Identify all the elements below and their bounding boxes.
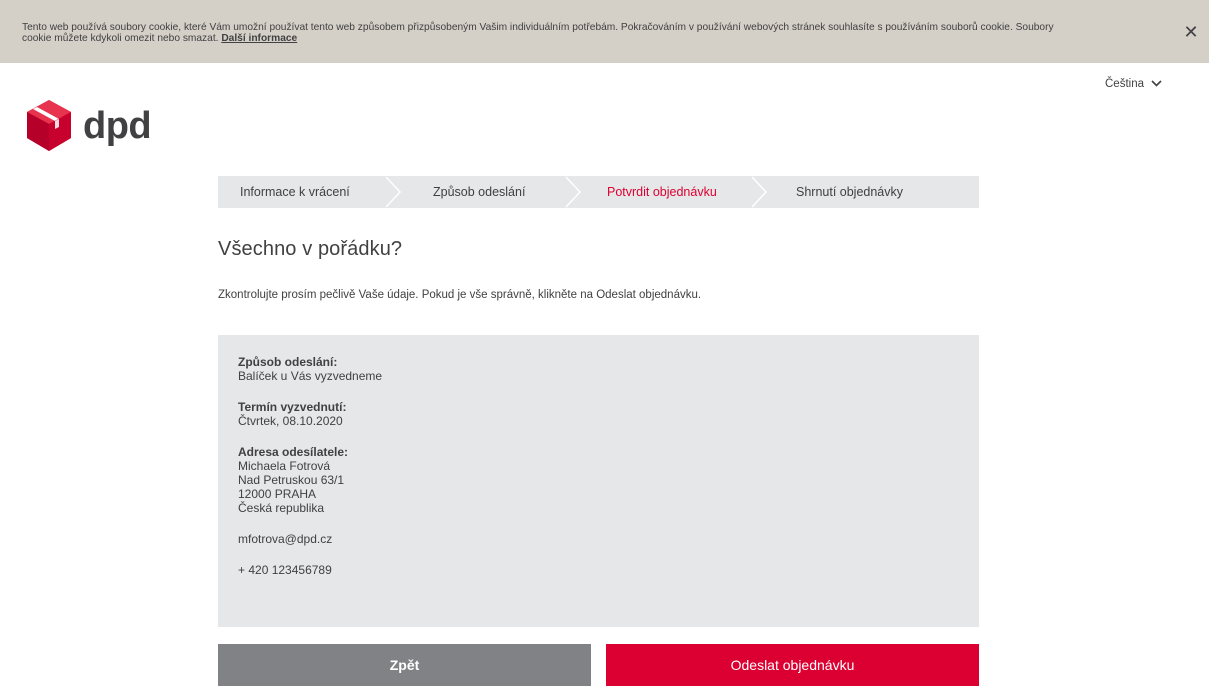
page-title: Všechno v pořádku? — [218, 238, 403, 260]
step-shipping-method: Způsob odeslání — [433, 185, 526, 199]
cookie-more-info-link[interactable]: Další informace — [221, 33, 297, 44]
sender-address-block: Adresa odesílatele: Michaela Fotrová Nad… — [238, 445, 979, 515]
sender-city: 12000 PRAHA — [238, 487, 317, 501]
sender-email-block: mfotrova@dpd.cz — [238, 532, 979, 546]
sender-email: mfotrova@dpd.cz — [238, 532, 333, 546]
step-return-info: Informace k vrácení — [240, 185, 350, 199]
chevron-right-icon — [384, 176, 402, 211]
close-icon[interactable]: ✕ — [1183, 23, 1199, 41]
sender-name: Michaela Fotrová — [238, 459, 331, 473]
pickup-date-label: Termín vyzvednutí: — [238, 400, 347, 414]
cookie-banner: Tento web používá soubory cookie, které … — [0, 0, 1209, 63]
cookie-text: Tento web používá soubory cookie, které … — [22, 22, 1054, 44]
order-summary-panel: Způsob odeslání: Balíček u Vás vyzvednem… — [218, 335, 979, 627]
dpd-cube-logo-icon — [24, 98, 74, 154]
sender-address-label: Adresa odesílatele: — [238, 445, 349, 459]
shipping-method-label: Způsob odeslání: — [238, 355, 338, 369]
dpd-wordmark: dpd — [83, 105, 152, 147]
language-label: Čeština — [1105, 78, 1144, 90]
sender-phone-block: + 420 123456789 — [238, 563, 979, 577]
language-selector[interactable]: Čeština — [1105, 78, 1162, 90]
intro-text: Zkontrolujte prosím pečlivě Vaše údaje. … — [218, 289, 702, 301]
chevron-down-icon — [1151, 78, 1162, 90]
send-order-button[interactable]: Odeslat objednávku — [606, 644, 979, 686]
shipping-method-value: Balíček u Vás vyzvedneme — [238, 369, 383, 383]
progress-steps: Informace k vrácení Způsob odeslání Potv… — [218, 176, 979, 208]
pickup-date-block: Termín vyzvednutí: Čtvrtek, 08.10.2020 — [238, 400, 979, 428]
sender-phone: + 420 123456789 — [238, 563, 332, 577]
shipping-method-block: Způsob odeslání: Balíček u Vás vyzvednem… — [238, 355, 979, 383]
dpd-logo[interactable]: dpd — [24, 98, 152, 154]
step-confirm-order: Potvrdit objednávku — [607, 185, 717, 199]
step-order-summary: Shrnutí objednávky — [796, 185, 904, 199]
pickup-date-value: Čtvrtek, 08.10.2020 — [238, 414, 343, 428]
sender-street: Nad Petruskou 63/1 — [238, 473, 345, 487]
chevron-right-icon — [564, 176, 582, 211]
back-button[interactable]: Zpět — [218, 644, 591, 686]
chevron-right-icon — [750, 176, 768, 211]
sender-country: Česká republika — [238, 501, 325, 515]
